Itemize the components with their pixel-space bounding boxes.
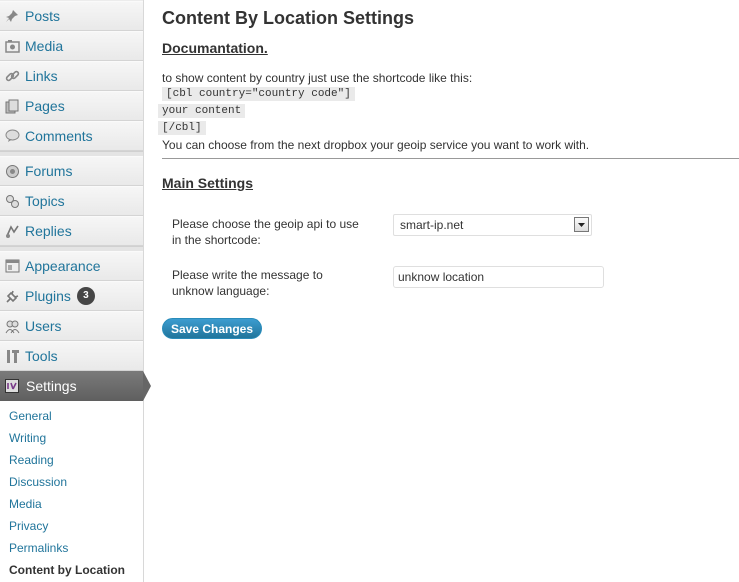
sidebar-item-label: Posts xyxy=(25,8,61,24)
sidebar-item-label: Links xyxy=(25,68,58,84)
settings-icon xyxy=(4,378,20,394)
main-content: Content By Location Settings Documantati… xyxy=(158,0,739,582)
sidebar-item-label: Plugins xyxy=(25,288,71,304)
documentation-heading: Documantation. xyxy=(162,40,268,56)
appearance-icon xyxy=(4,258,20,274)
sidebar-item-label: Replies xyxy=(25,223,72,239)
submenu-item-reading[interactable]: Reading xyxy=(9,453,54,467)
sidebar-item-forums[interactable]: Forums xyxy=(0,156,143,186)
geoip-selected-value: smart-ip.net xyxy=(400,218,464,232)
geoip-label-line: in the shortcode: xyxy=(172,233,261,247)
code-line-open: [cbl country="country code"] xyxy=(162,87,355,101)
users-icon xyxy=(4,318,20,334)
sidebar-item-label: Comments xyxy=(25,128,93,144)
unknown-message-label: Please write the message to unknow langu… xyxy=(172,267,382,299)
message-label-line: Please write the message to xyxy=(172,268,323,282)
submenu-item-privacy[interactable]: Privacy xyxy=(9,519,48,533)
active-menu-arrow xyxy=(143,371,151,401)
submenu-item-content-by-location[interactable]: Content by Location xyxy=(9,563,125,577)
sidebar-item-media[interactable]: Media xyxy=(0,31,143,61)
sidebar-item-plugins[interactable]: Plugins 3 xyxy=(0,281,143,311)
geoip-api-label: Please choose the geoip api to use in th… xyxy=(172,216,382,248)
plug-icon xyxy=(4,288,20,304)
submenu-item-permalinks[interactable]: Permalinks xyxy=(9,541,68,555)
sidebar-item-pages[interactable]: Pages xyxy=(0,91,143,121)
sidebar-item-label: Users xyxy=(25,318,62,334)
topics-icon xyxy=(4,193,20,209)
sidebar-item-label: Forums xyxy=(25,163,73,179)
settings-submenu: General Writing Reading Discussion Media… xyxy=(0,401,143,582)
pages-icon xyxy=(4,98,20,114)
message-label-line: unknow language: xyxy=(172,284,270,298)
pin-icon xyxy=(4,8,20,24)
comment-icon xyxy=(4,128,20,144)
submenu-item-media[interactable]: Media xyxy=(9,497,42,511)
sidebar-item-settings[interactable]: Settings xyxy=(0,371,143,401)
replies-icon xyxy=(4,223,20,239)
page-title: Content By Location Settings xyxy=(162,8,414,28)
sidebar-item-label: Settings xyxy=(26,378,77,394)
geoip-label-line: Please choose the geoip api to use xyxy=(172,217,359,231)
sidebar-item-label: Tools xyxy=(25,348,58,364)
submenu-item-discussion[interactable]: Discussion xyxy=(9,475,67,489)
sidebar-item-label: Pages xyxy=(25,98,65,114)
code-line-close: [/cbl] xyxy=(158,121,206,135)
save-changes-button[interactable]: Save Changes xyxy=(162,318,262,339)
sidebar-item-label: Topics xyxy=(25,193,65,209)
sidebar-item-label: Media xyxy=(25,38,64,54)
sidebar-item-replies[interactable]: Replies xyxy=(0,216,143,246)
section-divider xyxy=(162,158,739,159)
main-settings-heading: Main Settings xyxy=(162,175,254,191)
sidebar-item-topics[interactable]: Topics xyxy=(0,186,143,216)
media-icon xyxy=(4,38,20,54)
forums-icon xyxy=(4,163,20,179)
geoip-api-select[interactable]: smart-ip.net xyxy=(393,214,592,236)
sidebar-item-posts[interactable]: Posts xyxy=(0,1,143,31)
admin-sidebar: Posts Media Links Pages Comments Forums xyxy=(0,0,151,582)
link-icon xyxy=(4,68,20,84)
sidebar-item-users[interactable]: Users xyxy=(0,311,143,341)
sidebar-item-label: Appearance xyxy=(25,258,101,274)
sidebar-item-comments[interactable]: Comments xyxy=(0,121,143,151)
submenu-item-general[interactable]: General xyxy=(9,409,52,423)
unknown-message-input[interactable] xyxy=(393,266,604,288)
sidebar-item-appearance[interactable]: Appearance xyxy=(0,251,143,281)
doc-intro-text: to show content by country just use the … xyxy=(162,71,473,85)
doc-outro-text: You can choose from the next dropbox you… xyxy=(162,138,590,152)
code-line-content: your content xyxy=(158,104,246,118)
sidebar-item-tools[interactable]: Tools xyxy=(0,341,143,371)
sidebar-item-links[interactable]: Links xyxy=(0,61,143,91)
submenu-item-writing[interactable]: Writing xyxy=(9,431,46,445)
chevron-down-icon[interactable] xyxy=(574,217,589,232)
plugins-update-count-badge: 3 xyxy=(76,287,95,305)
tools-icon xyxy=(4,348,20,364)
